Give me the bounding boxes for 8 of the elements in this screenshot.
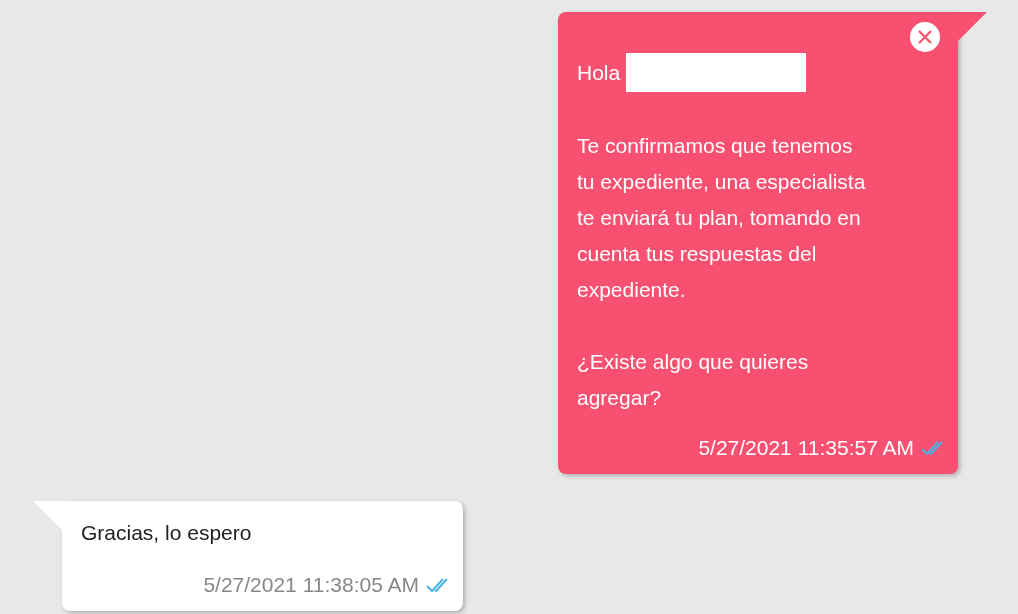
- message-text: ¿Existe algo que quieres agregar?: [577, 349, 810, 411]
- message-text: Gracias, lo espero: [81, 520, 253, 546]
- greeting-text: Hola: [577, 59, 621, 86]
- timestamp: 5/27/2021 11:35:57 AM: [698, 435, 914, 461]
- message-text: Te confirmamos que tenemos tu expediente, una especialista te enviará tu plan, tomando en cuenta tus respuestas del expediente.: [577, 133, 867, 303]
- close-icon: [918, 30, 932, 44]
- close-button[interactable]: [910, 22, 940, 52]
- timestamp: 5/27/2021 11:38:05 AM: [203, 572, 419, 598]
